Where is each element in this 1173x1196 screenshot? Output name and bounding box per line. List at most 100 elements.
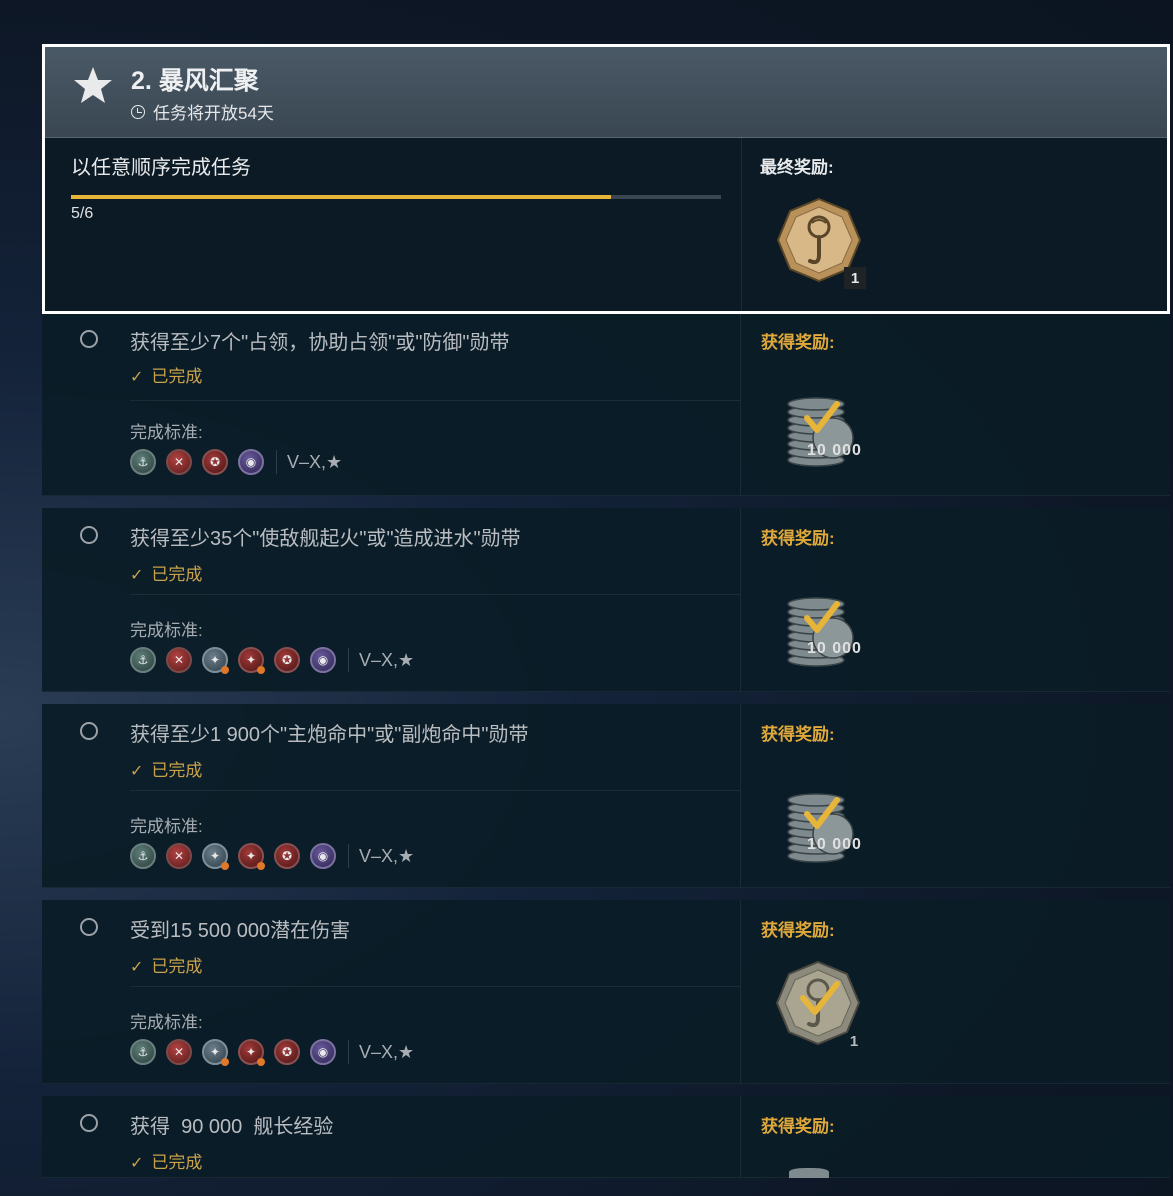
final-reward-label: 最终奖励:	[760, 158, 834, 177]
divider	[276, 450, 277, 474]
task-radio[interactable]	[80, 526, 98, 544]
criteria-label: 完成标准:	[130, 1013, 203, 1032]
task-info: 获得至少1 900个"主炮命中"或"副炮命中"勋带 ✓ 已完成 完成标准: ⚓ ✕…	[42, 704, 740, 887]
carrier-class-icon: ✦	[202, 843, 229, 870]
completed-label: 已完成	[151, 367, 203, 386]
task-title: 获得至少1 900个"主炮命中"或"副炮命中"勋带	[130, 724, 529, 746]
battleship-class-icon: ✪	[274, 843, 300, 869]
battleship-class-icon: ✪	[274, 1039, 300, 1065]
task-reward: 获得奖励: 10 000	[740, 508, 1170, 691]
criteria-icons: ⚓ ✕ ✦ ✦ ✪ ◉ V–X,★	[130, 842, 414, 870]
task-reward: 获得奖励: 10 000	[740, 312, 1170, 495]
task-completed-status: ✓ 已完成	[130, 362, 202, 387]
criteria-icons: ⚓ ✕ ✪ ◉ V–X,★	[130, 448, 342, 476]
task-completed-status: ✓ 已完成	[130, 1148, 202, 1173]
destroyer-class-icon: ⚓	[130, 449, 156, 475]
reward-label: 获得奖励:	[761, 333, 835, 352]
task-completed-status: ✓ 已完成	[130, 756, 202, 781]
criteria-icons: ⚓ ✕ ✦ ✦ ✪ ◉ V–X,★	[130, 646, 414, 674]
reward-item-partial	[789, 1168, 829, 1178]
carrier-class-icon: ✦	[202, 647, 229, 674]
task-radio[interactable]	[80, 1114, 98, 1132]
completed-label: 已完成	[151, 957, 203, 976]
task-info: 获得 90 000 舰长经验 ✓ 已完成	[42, 1096, 740, 1177]
progress-text: 5/6	[71, 205, 94, 222]
task-card[interactable]: 受到15 500 000潜在伤害 ✓ 已完成 完成标准: ⚓ ✕ ✦ ✦ ✪ ◉ …	[42, 900, 1170, 1084]
submarine-class-icon: ◉	[310, 843, 336, 869]
divider	[348, 1040, 349, 1064]
cruiser-class-icon: ✕	[166, 647, 192, 673]
completed-label: 已完成	[151, 565, 203, 584]
divider	[348, 844, 349, 868]
premium-dot-icon	[221, 666, 229, 674]
divider	[130, 790, 740, 791]
task-radio[interactable]	[80, 330, 98, 348]
submarine-class-icon: ◉	[310, 1039, 336, 1065]
reward-label: 获得奖励:	[761, 725, 835, 744]
criteria-icons: ⚓ ✕ ✦ ✦ ✪ ◉ V–X,★	[130, 1038, 414, 1066]
progress-bar	[71, 195, 721, 199]
battleship-class-icon: ✪	[274, 647, 300, 673]
battleship-class-icon: ✪	[202, 449, 228, 475]
reward-amount: 10 000	[807, 836, 862, 853]
destroyer-class-icon: ⚓	[130, 843, 156, 869]
task-title: 获得至少7个"占领，协助占领"或"防御"勋带	[130, 332, 510, 354]
task-title: 受到15 500 000潜在伤害	[130, 920, 351, 942]
cruiser-class-icon: ✕	[166, 449, 192, 475]
reward-count-badge: 1	[849, 1032, 859, 1050]
premium-dot-icon	[257, 1058, 265, 1066]
submarine-class-icon: ◉	[310, 647, 336, 673]
tier-range: V–X,★	[359, 649, 415, 670]
reward-amount: 10 000	[807, 442, 862, 459]
mission-timer: 任务将开放54天	[131, 99, 274, 124]
divider	[130, 594, 740, 595]
task-card[interactable]: 获得至少7个"占领，协助占领"或"防御"勋带 ✓ 已完成 完成标准: ⚓ ✕ ✪ …	[42, 312, 1170, 496]
mission-header-panel[interactable]: 2. 暴风汇聚 任务将开放54天 以任意顺序完成任务 5/6 最终奖励: 1	[42, 44, 1170, 314]
reward-label: 获得奖励:	[761, 1117, 835, 1136]
reward-label: 获得奖励:	[761, 921, 835, 940]
divider	[130, 986, 740, 987]
completed-label: 已完成	[151, 761, 203, 780]
criteria-label: 完成标准:	[130, 817, 203, 836]
task-completed-status: ✓ 已完成	[130, 952, 202, 977]
check-icon: ✓	[130, 959, 144, 976]
task-reward: 获得奖励:	[740, 1096, 1170, 1178]
battleship-premium-icon: ✦	[238, 647, 265, 674]
destroyer-class-icon: ⚓	[130, 1039, 156, 1065]
task-card[interactable]: 获得至少35个"使敌舰起火"或"造成进水"勋带 ✓ 已完成 完成标准: ⚓ ✕ ✦…	[42, 508, 1170, 692]
mission-progress-section: 以任意顺序完成任务 5/6	[45, 137, 741, 311]
tier-range: V–X,★	[359, 845, 415, 866]
task-reward: 获得奖励: 10 000	[740, 704, 1170, 887]
battleship-premium-icon: ✦	[238, 843, 265, 870]
premium-dot-icon	[221, 1058, 229, 1066]
check-icon: ✓	[130, 369, 144, 386]
reward-amount: 10 000	[807, 640, 862, 657]
check-icon: ✓	[130, 1155, 144, 1172]
task-title: 获得至少35个"使敌舰起火"或"造成进水"勋带	[130, 528, 521, 550]
task-card[interactable]: 获得 90 000 舰长经验 ✓ 已完成 获得奖励:	[42, 1096, 1170, 1178]
divider	[348, 648, 349, 672]
progress-bar-fill	[71, 195, 611, 199]
destroyer-class-icon: ⚓	[130, 647, 156, 673]
task-completed-status: ✓ 已完成	[130, 560, 202, 585]
tier-range: V–X,★	[287, 451, 343, 472]
cruiser-class-icon: ✕	[166, 843, 192, 869]
mission-order-text: 以任意顺序完成任务	[71, 157, 251, 179]
premium-dot-icon	[257, 862, 265, 870]
task-info: 受到15 500 000潜在伤害 ✓ 已完成 完成标准: ⚓ ✕ ✦ ✦ ✪ ◉ …	[42, 900, 740, 1083]
mission-timer-text: 任务将开放54天	[153, 104, 274, 123]
task-info: 获得至少7个"占领，协助占领"或"防御"勋带 ✓ 已完成 完成标准: ⚓ ✕ ✪ …	[42, 312, 740, 495]
task-info: 获得至少35个"使敌舰起火"或"造成进水"勋带 ✓ 已完成 完成标准: ⚓ ✕ ✦…	[42, 508, 740, 691]
submarine-class-icon: ◉	[238, 449, 264, 475]
check-icon: ✓	[130, 763, 144, 780]
task-reward: 获得奖励: 1	[740, 900, 1170, 1083]
task-radio[interactable]	[80, 722, 98, 740]
completed-label: 已完成	[151, 1153, 203, 1172]
reward-count-badge: 1	[844, 267, 866, 289]
criteria-label: 完成标准:	[130, 621, 203, 640]
clock-icon	[131, 104, 145, 119]
star-icon	[74, 67, 112, 103]
mission-title: 2. 暴风汇聚	[131, 67, 259, 95]
task-radio[interactable]	[80, 918, 98, 936]
task-card[interactable]: 获得至少1 900个"主炮命中"或"副炮命中"勋带 ✓ 已完成 完成标准: ⚓ ✕…	[42, 704, 1170, 888]
